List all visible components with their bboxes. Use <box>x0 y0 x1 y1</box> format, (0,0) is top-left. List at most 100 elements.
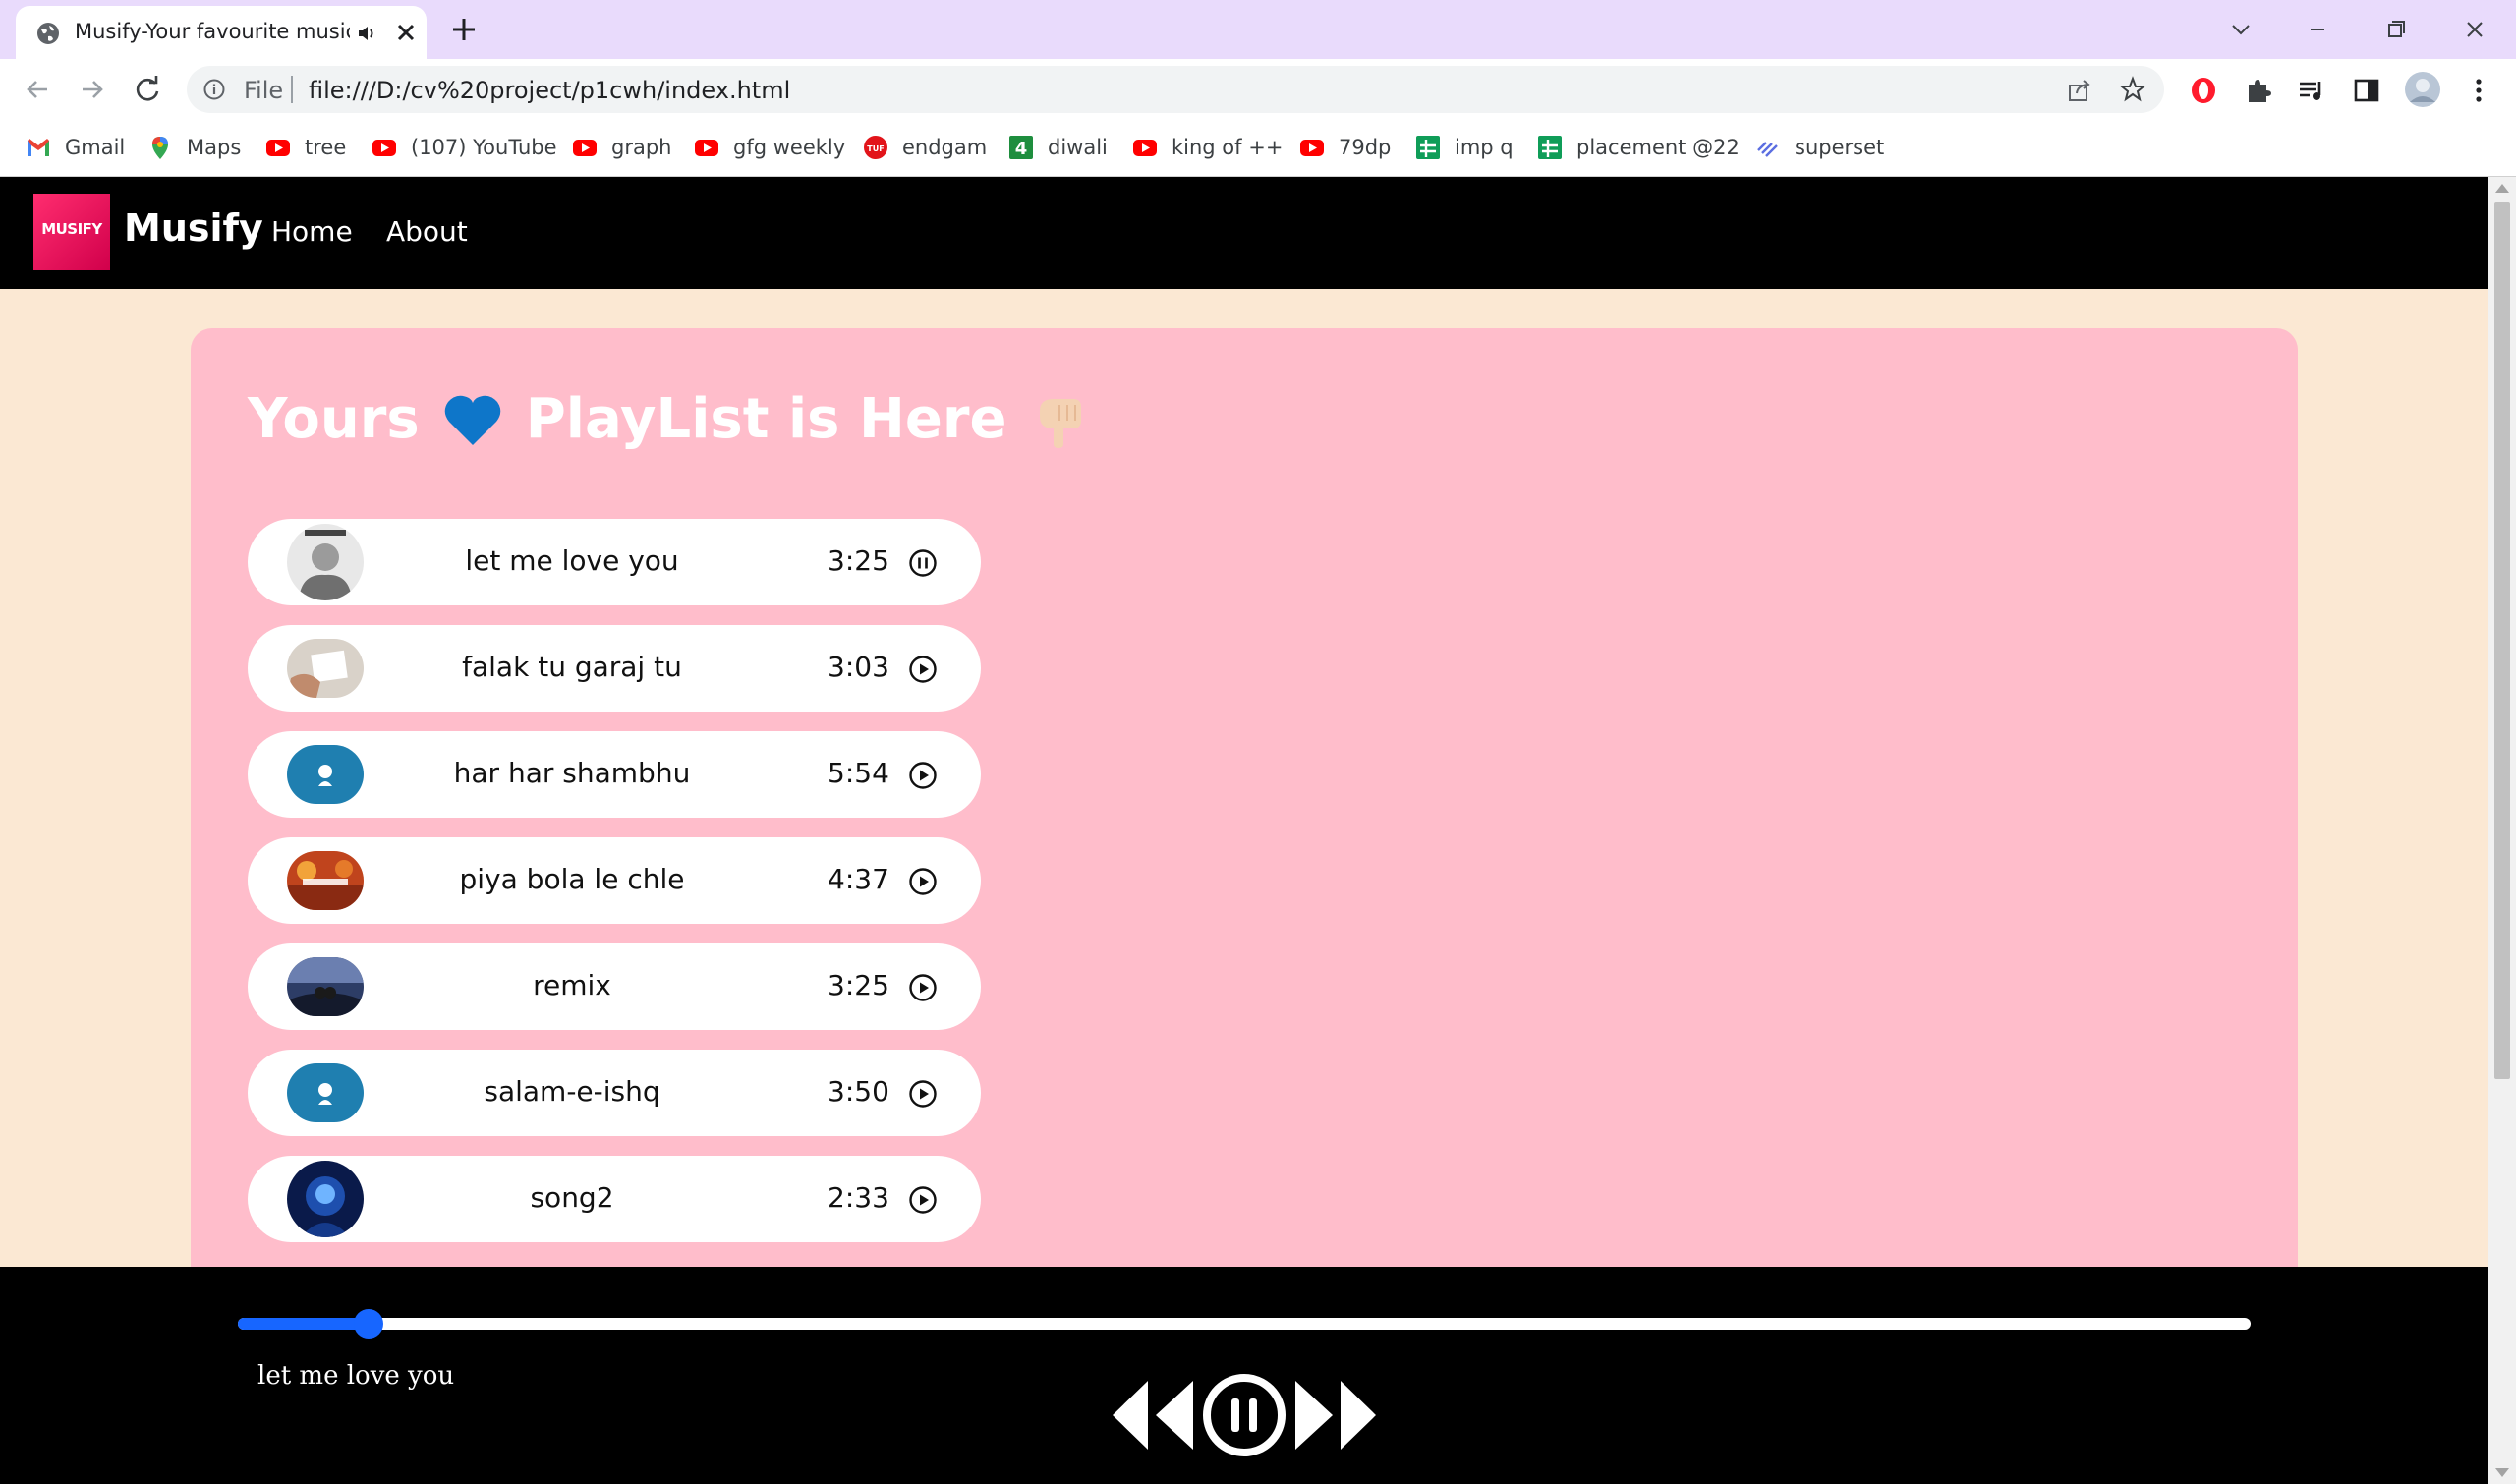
youtube-icon <box>573 140 597 156</box>
minimize-icon[interactable] <box>2298 10 2337 49</box>
bookmark-maps[interactable]: Maps <box>147 132 241 163</box>
bookmark-graph[interactable]: graph <box>572 132 671 163</box>
song-duration: 3:03 <box>828 651 889 683</box>
superset-icon <box>1757 142 1778 157</box>
forward-icon[interactable] <box>75 72 110 107</box>
song-item[interactable]: falak tu garaj tu 3:03 <box>248 625 981 712</box>
window-close-icon[interactable] <box>2455 10 2494 49</box>
page-scrollbar[interactable] <box>2488 177 2516 1484</box>
previous-icon[interactable] <box>1111 1371 1195 1459</box>
bookmark-label: (107) YouTube <box>411 136 557 159</box>
song-duration: 3:25 <box>828 969 889 1001</box>
play-icon[interactable] <box>908 867 938 896</box>
bookmark-label: tree <box>305 136 347 159</box>
bookmark-superset[interactable]: superset <box>1755 132 1884 163</box>
scrollbar-thumb[interactable] <box>2494 202 2510 1079</box>
musify-logo[interactable]: MUSIFY <box>33 194 110 270</box>
info-icon[interactable] <box>202 78 226 101</box>
globe-icon <box>37 23 59 44</box>
browser-tab[interactable]: Musify-Your favourite music <box>16 6 427 59</box>
bookmark-gmail[interactable]: Gmail <box>26 132 125 163</box>
bookmark-diwali[interactable]: 4 diwali <box>1008 132 1108 163</box>
play-icon[interactable] <box>908 1079 938 1109</box>
svg-text:TUF: TUF <box>867 144 884 153</box>
now-playing-title: let me love you <box>257 1361 455 1391</box>
nav-about[interactable]: About <box>386 215 468 248</box>
next-icon[interactable] <box>1293 1371 1378 1459</box>
music-player-bar: let me love you <box>0 1267 2488 1484</box>
progress-fill <box>238 1318 369 1330</box>
sheets-icon <box>1538 136 1562 159</box>
song-duration: 3:50 <box>828 1075 889 1108</box>
reload-icon[interactable] <box>130 72 165 107</box>
bookmark-youtube[interactable]: (107) YouTube <box>372 132 557 163</box>
page-viewport: MUSIFY Musify Home About Yours PlayList … <box>0 177 2488 1484</box>
progress-knob[interactable] <box>354 1309 383 1339</box>
side-panel-icon[interactable] <box>2351 75 2382 106</box>
share-icon[interactable] <box>2066 77 2093 104</box>
bookmark-gfg-weekly[interactable]: gfg weekly <box>694 132 845 163</box>
bookmark-imp-q[interactable]: imp q <box>1415 132 1514 163</box>
song-item[interactable]: song2 2:33 <box>248 1156 981 1242</box>
svg-text:4: 4 <box>1015 139 1028 159</box>
restore-icon[interactable] <box>2376 10 2416 49</box>
media-control-icon[interactable] <box>2296 75 2327 106</box>
url-text[interactable]: file:///D:/cv%20project/p1cwh/index.html <box>309 77 790 104</box>
song-cover-image <box>287 957 364 1016</box>
bookmark-tree[interactable]: tree <box>265 132 346 163</box>
brand-name[interactable]: Musify <box>124 206 263 250</box>
song-item[interactable]: piya bola le chle 4:37 <box>248 837 981 924</box>
bookmark-label: diwali <box>1048 136 1108 159</box>
new-tab-icon[interactable] <box>448 14 480 45</box>
extensions-puzzle-icon[interactable] <box>2243 75 2274 106</box>
opera-extension-icon[interactable] <box>2188 75 2219 106</box>
song-duration: 2:33 <box>828 1181 889 1214</box>
youtube-icon <box>695 140 718 156</box>
song-name: salam-e-ishq <box>484 1075 660 1108</box>
song-name: let me love you <box>465 544 679 577</box>
song-name: piya bola le chle <box>459 863 685 895</box>
nav-home[interactable]: Home <box>271 215 353 248</box>
song-item[interactable]: salam-e-ishq 3:50 <box>248 1050 981 1136</box>
progress-slider[interactable] <box>238 1309 2251 1339</box>
gmail-icon <box>28 139 49 156</box>
site-navbar: MUSIFY Musify Home About <box>0 177 2488 289</box>
youtube-icon <box>372 140 396 156</box>
song-list: let me love you 3:25 falak tu garaj tu 3… <box>248 519 981 1262</box>
bookmark-label: placement @22 <box>1576 136 1740 159</box>
tuf-icon: TUF <box>864 136 887 159</box>
pause-icon[interactable] <box>908 548 938 578</box>
speaker-icon[interactable] <box>356 23 377 44</box>
pointing-down-hand-icon <box>1040 398 1082 448</box>
bookmark-star-icon[interactable] <box>2119 76 2146 103</box>
scroll-up-arrow-icon[interactable] <box>2495 184 2509 193</box>
play-icon[interactable] <box>908 655 938 684</box>
address-bar[interactable]: File file:///D:/cv%20project/p1cwh/index… <box>187 66 2164 113</box>
song-name: falak tu garaj tu <box>462 651 682 683</box>
bookmark-label: superset <box>1795 136 1885 159</box>
profile-avatar-icon[interactable] <box>2404 71 2441 108</box>
bookmark-placement[interactable]: placement @22 <box>1537 132 1740 163</box>
heading-part2: PlayList is Here <box>525 387 1007 451</box>
more-menu-icon[interactable] <box>2463 75 2494 106</box>
playback-controls <box>1111 1371 1378 1459</box>
tab-title: Musify-Your favourite music <box>75 20 350 43</box>
song-cover-image <box>287 851 364 910</box>
song-item[interactable]: har har shambhu 5:54 <box>248 731 981 818</box>
tab-search-icon[interactable] <box>2221 10 2260 49</box>
back-icon[interactable] <box>20 72 55 107</box>
song-name: har har shambhu <box>453 757 691 789</box>
song-cover-image <box>287 1161 364 1237</box>
bookmark-king-of[interactable]: king of ++ <box>1132 132 1283 163</box>
scroll-down-arrow-icon[interactable] <box>2495 1468 2509 1477</box>
play-icon[interactable] <box>908 1185 938 1215</box>
song-item[interactable]: let me love you 3:25 <box>248 519 981 605</box>
bookmark-endgam[interactable]: TUF endgam <box>863 132 987 163</box>
youtube-icon <box>1133 140 1157 156</box>
song-item[interactable]: remix 3:25 <box>248 943 981 1030</box>
play-icon[interactable] <box>908 761 938 790</box>
bookmark-79dp[interactable]: 79dp <box>1299 132 1391 163</box>
pause-icon[interactable] <box>1199 1371 1289 1459</box>
tab-close-icon[interactable] <box>393 20 419 45</box>
play-icon[interactable] <box>908 973 938 1002</box>
